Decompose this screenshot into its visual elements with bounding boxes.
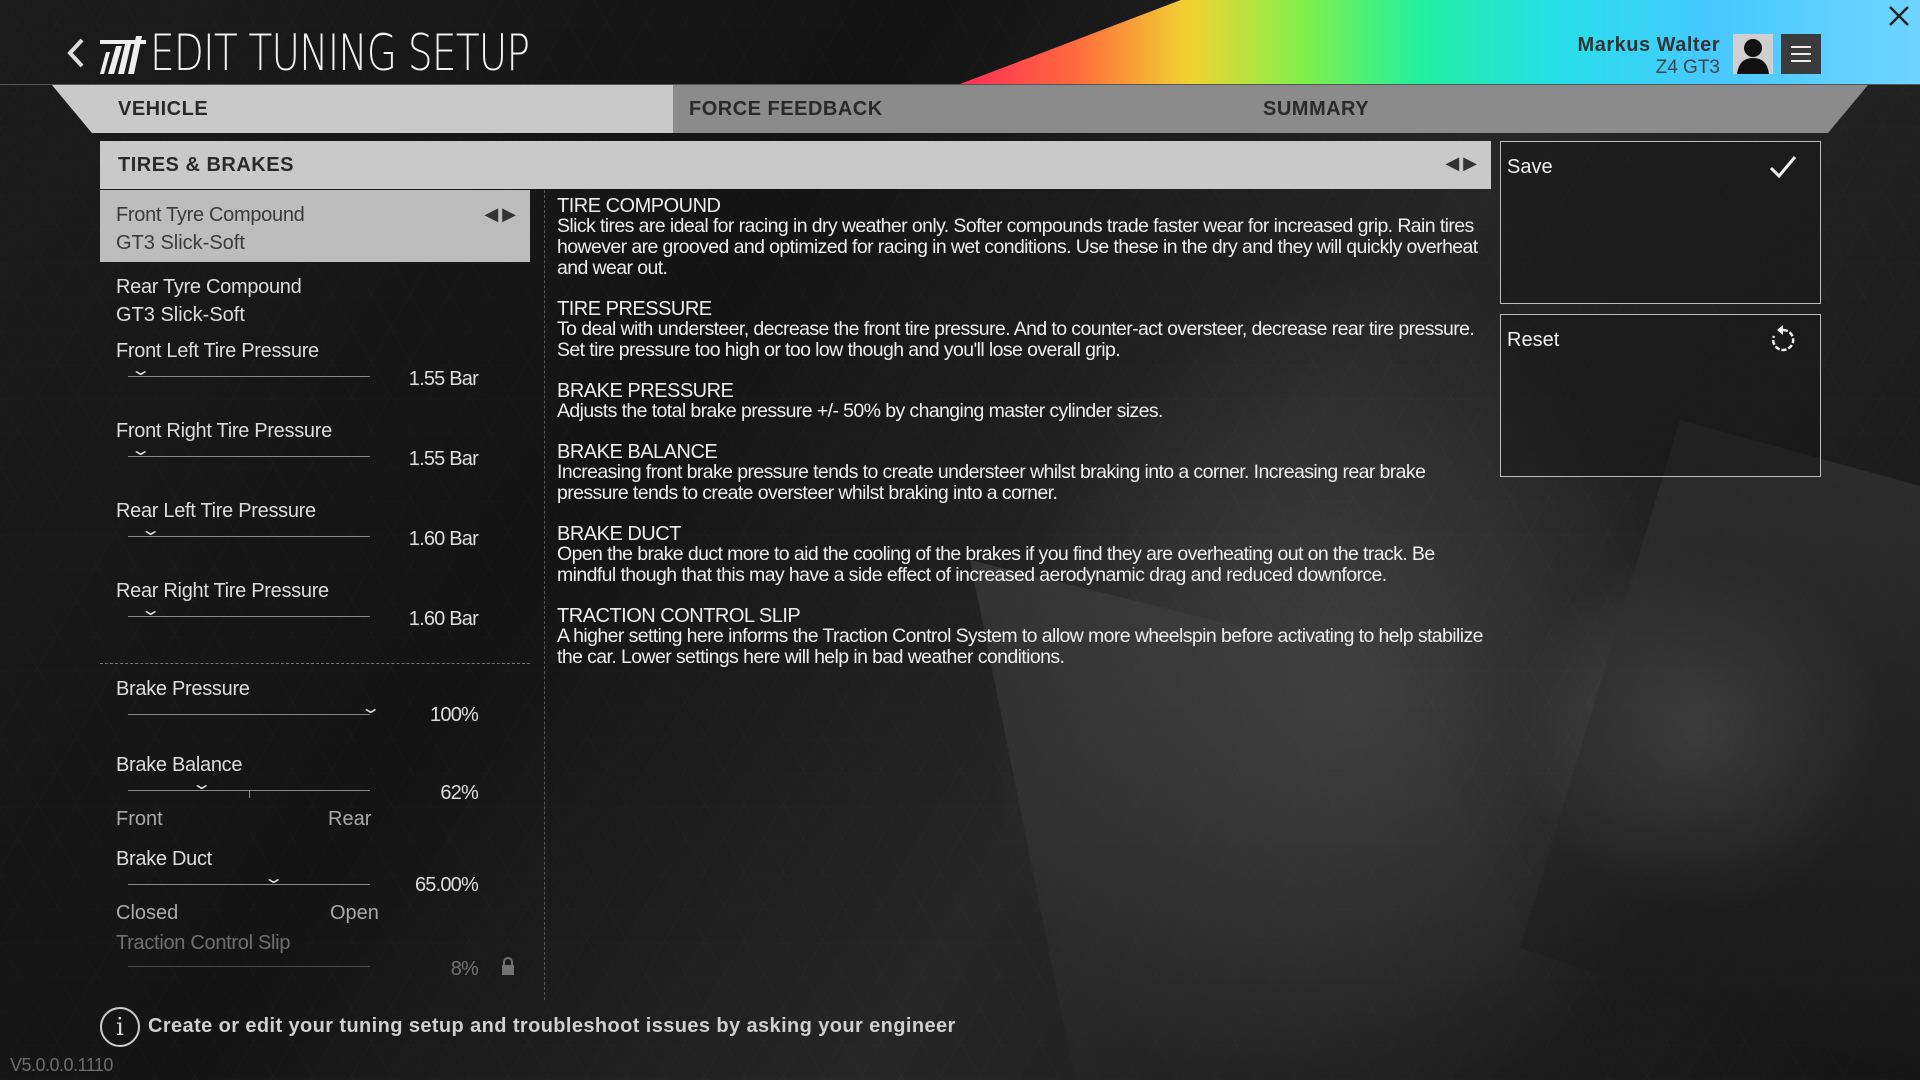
setting-front-right-tire-pressure[interactable]: Front Right Tire Pressure ⌄ 1.55 Bar [100,414,530,494]
brand-logo-icon [100,36,146,74]
setting-label: Brake Duct [116,848,212,870]
slider-thumb-icon[interactable]: ⌄ [140,520,161,540]
help-traction-control-slip: TRACTION CONTROL SLIP A higher setting h… [557,605,1484,668]
slider-thumb-icon[interactable]: ⌄ [130,440,151,460]
setting-label: Traction Control Slip [116,932,291,954]
chevron-right-icon[interactable]: ▶ [502,204,520,224]
slider-track[interactable] [128,884,370,885]
setting-rear-left-tire-pressure[interactable]: Rear Left Tire Pressure ⌄ 1.60 Bar [100,494,530,574]
chevron-right-icon[interactable]: ▶ [1463,153,1481,173]
help-brake-balance: BRAKE BALANCE Increasing front brake pre… [557,441,1426,504]
close-icon [1889,6,1909,26]
setting-value: 1.60 Bar [408,608,479,630]
slider-track [128,966,370,967]
tab-summary[interactable]: SUMMARY [1263,85,1563,133]
save-button[interactable]: Save [1500,141,1821,304]
chevron-left-icon [67,38,84,68]
setting-front-tyre-compound[interactable]: Front Tyre Compound GT3 Slick-Soft ◀▶ [100,190,530,262]
background-shard [1520,420,1920,1080]
setting-value: 100% [430,704,479,726]
user-car: Z4 GT3 [1655,57,1720,78]
group-divider [100,663,530,664]
help-brake-pressure: BRAKE PRESSURE Adjusts the total brake p… [557,380,1163,422]
slider-min-label: Closed [116,902,179,924]
tab-force-feedback[interactable]: FORCE FEEDBACK [689,85,1189,133]
setting-brake-pressure[interactable]: Brake Pressure ⌄ 100% [100,672,530,748]
setting-value: 1.55 Bar [408,368,479,390]
setting-value: GT3 Slick-Soft [116,304,245,326]
tab-vehicle[interactable]: VEHICLE [52,85,673,133]
setting-front-left-tire-pressure[interactable]: Front Left Tire Pressure ⌄ 1.55 Bar [100,334,530,414]
hint-text: Create or edit your tuning setup and tro… [148,1015,956,1037]
settings-list: Front Tyre Compound GT3 Slick-Soft ◀▶ Re… [100,190,530,1000]
setting-label: Brake Pressure [116,678,250,700]
help-descriptions: TIRE COMPOUND Slick tires are ideal for … [557,196,1497,688]
setting-value: GT3 Slick-Soft [116,232,245,254]
setting-rear-tyre-compound[interactable]: Rear Tyre Compound GT3 Slick-Soft [100,262,530,334]
header-rainbow-band [960,0,1920,84]
setting-label: Brake Balance [116,754,243,776]
setting-traction-control-slip: Traction Control Slip 8% [100,932,530,998]
menu-button[interactable] [1781,34,1821,74]
back-button[interactable] [64,36,92,70]
user-name: Markus Walter [1577,34,1720,56]
section-header: TIRES & BRAKES ◀▶ [100,141,1491,189]
lock-icon [502,957,514,975]
slider-track[interactable] [128,456,370,457]
slider-track[interactable] [128,616,370,617]
slider-max-label: Rear [328,808,372,830]
tab-bar: VEHICLE FORCE FEEDBACK SUMMARY [52,85,1868,133]
help-tire-compound: TIRE COMPOUND Slick tires are ideal for … [557,195,1478,279]
reset-label: Reset [1507,329,1560,351]
slider-thumb-icon[interactable]: ⌄ [360,698,381,718]
setting-value: 65.00% [414,874,479,896]
slider-track[interactable] [128,536,370,537]
help-tire-pressure: TIRE PRESSURE To deal with understeer, d… [557,298,1475,361]
user-info: Markus Walter Z4 GT3 [1578,34,1720,79]
header: EDIT TUNING SETUP Markus Walter Z4 GT3 [0,0,1920,85]
setting-rear-right-tire-pressure[interactable]: Rear Right Tire Pressure ⌄ 1.60 Bar [100,574,530,654]
setting-value: 1.60 Bar [408,528,479,550]
user-silhouette-icon [1737,39,1769,74]
version-label: V5.0.0.0.1110 [10,1055,113,1075]
setting-brake-balance[interactable]: Brake Balance ⌄ 62% Front Rear [100,748,530,842]
slider-thumb-icon[interactable]: ⌄ [140,600,161,620]
setting-brake-duct[interactable]: Brake Duct ⌄ 65.00% Closed Open [100,842,530,932]
slider-thumb-icon[interactable]: ⌄ [130,360,151,380]
checkmark-icon [1769,156,1797,179]
save-label: Save [1507,156,1553,178]
selector-arrows[interactable]: ◀▶ [484,204,520,225]
slider-thumb-icon[interactable]: ⌄ [263,868,284,888]
setting-value: 8% [450,958,479,980]
info-icon: i [100,1007,140,1047]
chevron-left-icon[interactable]: ◀ [484,204,502,224]
slider-track[interactable] [128,376,370,377]
slider-max-label: Open [330,902,379,924]
setting-value: 62% [440,782,478,804]
setting-value: 1.55 Bar [408,448,479,470]
panel-divider [544,190,545,1000]
slider-center-tick [249,790,250,798]
slider-thumb-icon[interactable]: ⌄ [191,774,212,794]
section-nav[interactable]: ◀▶ [1445,153,1481,174]
slider-min-label: Front [116,808,163,830]
setting-label: Front Tyre Compound [116,204,305,226]
slider-track[interactable] [128,714,370,715]
avatar[interactable] [1733,34,1773,74]
reset-icon [1771,325,1795,352]
setting-label: Rear Tyre Compound [116,276,302,298]
page-title: EDIT TUNING SETUP [150,24,530,82]
section-title: TIRES & BRAKES [118,154,294,176]
help-brake-duct: BRAKE DUCT Open the brake duct more to a… [557,523,1435,586]
chevron-left-icon[interactable]: ◀ [1445,153,1463,173]
close-button[interactable] [1888,2,1910,34]
reset-button[interactable]: Reset [1500,314,1821,477]
